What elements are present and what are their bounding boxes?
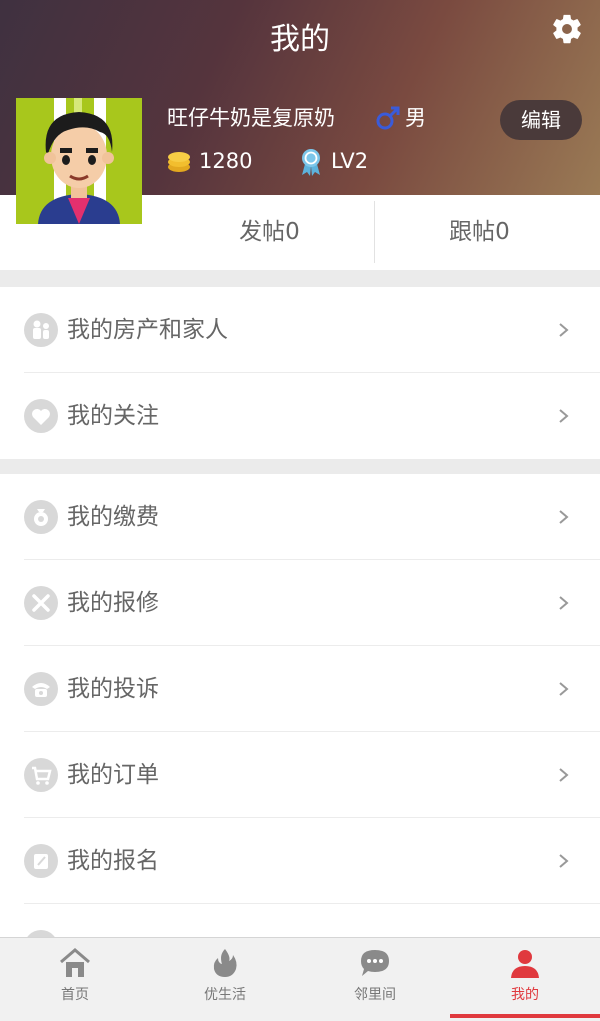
chevron-right-icon [559, 768, 569, 782]
coin-icon [168, 152, 190, 172]
menu-item-following[interactable]: 我的关注 [0, 373, 600, 459]
menu-item-family[interactable]: 我的房产和家人 [0, 287, 600, 373]
menu-item-orders[interactable]: 我的订单 [0, 732, 600, 818]
posts-count[interactable]: 发帖0 [165, 195, 374, 270]
tab-life[interactable]: 优生活 [150, 938, 300, 1021]
tab-label: 邻里间 [354, 987, 396, 1003]
family-icon [24, 313, 58, 347]
menu-group-1: 我的房产和家人 我的关注 [0, 287, 600, 459]
active-tab-indicator [450, 1014, 600, 1018]
chevron-right-icon [559, 682, 569, 696]
menu-item-label: 我的报修 [67, 590, 159, 616]
flame-icon [213, 949, 237, 977]
follows-count[interactable]: 跟帖0 [375, 195, 584, 270]
menu-item-complaint[interactable]: 我的投诉 [0, 646, 600, 732]
menu-item-payment[interactable]: 我的缴费 [0, 474, 600, 560]
tab-mine[interactable]: 我的 [450, 938, 600, 1021]
menu-item-icon [24, 930, 58, 937]
tab-label: 优生活 [204, 987, 246, 1003]
tab-label: 我的 [511, 987, 539, 1003]
edit-icon [24, 844, 58, 878]
menu-group-2: 我的缴费 我的报修 我的投诉 我的订单 我的报名 [0, 474, 600, 937]
person-icon [511, 950, 539, 978]
menu-item-label: 我的报名 [67, 848, 159, 874]
level-label: LV2 [331, 149, 369, 173]
menu-item-partial[interactable] [0, 904, 600, 937]
coin-count: 1280 [199, 149, 253, 173]
menu-item-label: 我的房产和家人 [67, 317, 228, 343]
chevron-right-icon [559, 323, 569, 337]
chevron-right-icon [559, 854, 569, 868]
tools-icon [24, 586, 58, 620]
menu-item-label: 我的订单 [67, 762, 159, 788]
avatar[interactable] [16, 98, 142, 224]
menu-item-label: 我的缴费 [67, 504, 159, 530]
home-icon [60, 948, 90, 977]
username: 旺仔牛奶是复原奶 [167, 106, 335, 130]
gender-label: 男 [405, 106, 426, 130]
bottom-tab-bar: 首页 优生活 邻里间 我的 [0, 937, 600, 1021]
chevron-right-icon [559, 409, 569, 423]
male-icon [376, 106, 400, 130]
edit-profile-button[interactable]: 编辑 [500, 100, 582, 140]
tab-neighbors[interactable]: 邻里间 [300, 938, 450, 1021]
gear-icon[interactable] [550, 12, 584, 46]
menu-item-registration[interactable]: 我的报名 [0, 818, 600, 904]
menu-item-label: 我的投诉 [67, 676, 159, 702]
cart-icon [24, 758, 58, 792]
chat-icon [361, 950, 389, 976]
heart-icon [24, 399, 58, 433]
menu-item-label: 我的关注 [67, 403, 159, 429]
chevron-right-icon [559, 510, 569, 524]
menu-item-repair[interactable]: 我的报修 [0, 560, 600, 646]
money-bag-icon [24, 500, 58, 534]
chevron-right-icon [559, 596, 569, 610]
tab-home[interactable]: 首页 [0, 938, 150, 1021]
badge-icon [302, 149, 320, 176]
page-title: 我的 [270, 22, 330, 57]
phone-icon [24, 672, 58, 706]
tab-label: 首页 [61, 987, 89, 1003]
